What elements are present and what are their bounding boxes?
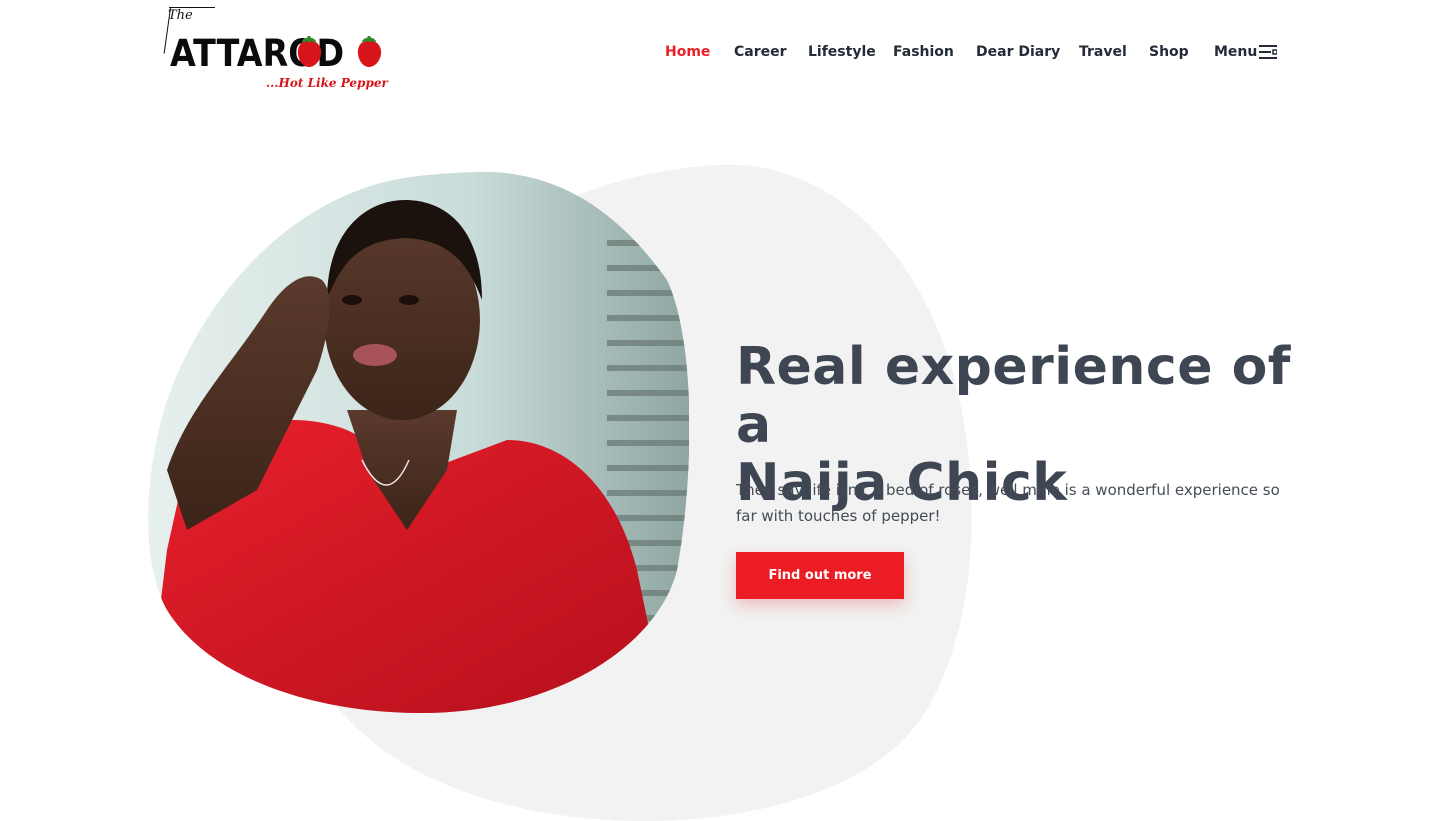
nav-item-lifestyle[interactable]: Lifestyle	[808, 41, 876, 63]
hero-photo	[147, 170, 690, 715]
hero-subtitle: They say life isn't a bed of roses, well…	[736, 481, 1280, 525]
hamburger-menu-icon[interactable]	[1259, 45, 1277, 59]
logo-the-text: The	[168, 8, 193, 23]
nav-item-career[interactable]: Career	[734, 41, 787, 63]
hero-title-line-1: Real experience of a	[736, 337, 1291, 455]
nav-item-home[interactable]: Home	[665, 41, 710, 63]
nav-item-shop[interactable]: Shop	[1149, 41, 1189, 63]
nav-item-fashion[interactable]: Fashion	[893, 41, 954, 63]
logo-tagline: ...Hot Like Pepper	[266, 76, 388, 90]
nav-item-travel[interactable]: Travel	[1079, 41, 1127, 63]
site-header: The ATTAROD ...Hot Like Pepper Home Care…	[0, 0, 1432, 110]
find-out-more-button[interactable]: Find out more	[736, 552, 904, 599]
nav-item-dear-diary[interactable]: Dear Diary	[976, 41, 1060, 63]
menu-label[interactable]: Menu	[1214, 41, 1257, 63]
